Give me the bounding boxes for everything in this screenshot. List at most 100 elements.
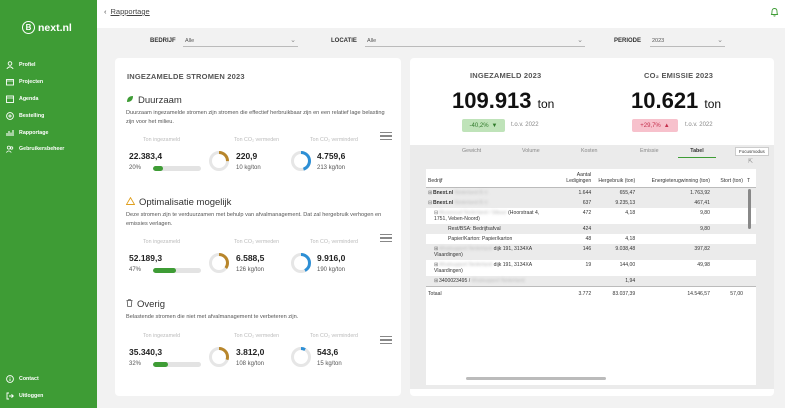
cell: 655,47 [593, 187, 638, 198]
expand-icon[interactable]: ⇱ [748, 158, 753, 165]
table-row[interactable]: ⊟Mussnoud Nederland / Stbuur (Hoorstraat… [426, 208, 756, 224]
section-title: Optimalisatie mogelijk [139, 197, 232, 208]
tab-gewicht[interactable]: Gewicht [462, 148, 481, 158]
nav-item-uitloggen[interactable]: Uitloggen [6, 388, 96, 405]
table-row[interactable]: ⊞3400023495 / Afvalsupport Nederland 1,9… [426, 276, 756, 287]
nav-item-projecten[interactable]: Projecten [6, 74, 96, 91]
stat-verminderd: 543,6 [317, 347, 339, 357]
section-title: Duurzaam [138, 95, 182, 106]
stat-header: Ton CO₂ vermeden [234, 239, 280, 245]
horizontal-scrollbar[interactable] [466, 377, 606, 380]
row-extra: Nederland B.V. [454, 200, 489, 206]
tab-volume[interactable]: Volume [522, 148, 540, 158]
menu-icon[interactable] [380, 336, 392, 346]
logo-mark: B [22, 21, 35, 34]
data-table: Bedrijf Aantal Ledigingen Hergebruik (to… [426, 169, 756, 299]
stat-header: Ton CO₂ verminderd [310, 137, 358, 143]
nav-item-rapportage[interactable]: Rapportage [6, 124, 96, 141]
kpi-number: 10.621 [631, 88, 699, 113]
filter-periode-label: PERIODE [614, 38, 642, 44]
logout-icon [6, 392, 14, 400]
nav-label: Projecten [19, 79, 44, 86]
filter-bedrijf-select[interactable]: Alle ⌄ [183, 34, 298, 47]
tov-label: t.o.v. 2022 [685, 122, 713, 128]
cell: 9,80 [700, 210, 710, 216]
table-row[interactable]: Rest/BSA: Bedrijfsafval 424 9,80 [426, 224, 756, 234]
stat-header: Ton ingezameld [143, 239, 181, 245]
cell: 9.235,13 [593, 198, 638, 208]
cell: 49,98 [697, 262, 710, 268]
tab-kosten[interactable]: Kosten [581, 148, 598, 158]
tab-tabel[interactable]: Tabel [678, 148, 716, 158]
table-row[interactable]: Papier/Karton: Papier/karton 48 4,18 [426, 234, 756, 244]
stat-header: Ton ingezameld [143, 137, 181, 143]
arrow-up-icon: ▲ [663, 122, 670, 129]
tab-emissie[interactable]: Emissie [640, 148, 659, 158]
filter-periode-select[interactable]: 2023 ⌄ [650, 34, 725, 47]
nav-item-contact[interactable]: Contact [6, 371, 96, 388]
cell: 1.763,92 [637, 187, 712, 198]
stat-vermeden-rate: 126 kg/ton [236, 267, 265, 273]
filter-locatie-select[interactable]: Alle ⌄ [365, 34, 585, 47]
brand-logo[interactable]: B next.nl [22, 21, 72, 34]
plus-circle-icon [6, 111, 14, 120]
stat-header: Ton CO₂ vermeden [234, 137, 280, 143]
cell [549, 276, 594, 287]
progress-bar [153, 166, 201, 171]
col-header-stort[interactable]: Stort (ton) [711, 169, 745, 188]
nav-bottom: Contact Uitloggen [6, 371, 96, 405]
ring-gauge [209, 347, 229, 367]
table-row[interactable]: ⊞Bnext.nl Nederland B.V. 1.644 655,47 1.… [426, 187, 756, 198]
row-name: Bnext.nl [433, 200, 454, 206]
nav-item-agenda[interactable]: Agenda [6, 91, 96, 108]
cell: 4,18 [625, 210, 636, 216]
table-row[interactable]: ⊟Bnext.nl Nederland B.V. 637 9.235,13 46… [426, 198, 756, 208]
stat-tons: 22.383,4 [129, 151, 163, 161]
stat-verminderd: 4.759,6 [317, 151, 346, 161]
col-header-ledigingen[interactable]: Aantal Ledigingen [549, 169, 594, 188]
table-row[interactable]: ⊞Afvalsupport Nederland dijk 191, 3134XA… [426, 244, 756, 260]
focus-mode-button[interactable]: Focusmodus [735, 147, 769, 156]
nav-item-bestelling[interactable]: Bestelling [6, 107, 96, 124]
stat-pct: 32% [129, 361, 142, 367]
streams-title: INGEZAMELDE STROMEN 2023 [127, 72, 245, 81]
kpi-number: 109.913 [452, 88, 532, 113]
menu-icon[interactable] [380, 132, 392, 142]
total-label: Totaal [426, 286, 550, 299]
nav-item-profiel[interactable]: Profiel [6, 57, 96, 74]
nav-label: Gebruikersbeheer [19, 146, 65, 153]
col-header-energie[interactable]: Energieterugwinning (ton) [637, 169, 712, 188]
data-table-panel: Bedrijf Aantal Ledigingen Hergebruik (to… [426, 169, 756, 385]
menu-icon[interactable] [380, 234, 392, 244]
nav-item-gebruikersbeheer[interactable]: Gebruikersbeheer [6, 141, 96, 158]
row-name: Rest/BSA: Bedrijfsafval [426, 224, 550, 234]
nav-label: Rapportage [19, 129, 49, 136]
stat-header: Ton CO₂ verminderd [310, 333, 358, 339]
progress-fill [153, 362, 169, 367]
nav-label: Profiel [19, 62, 36, 69]
back-link[interactable]: ‹ Rapportage [104, 7, 150, 16]
row-extra: Mussnoud Nederland / Stbuur [439, 210, 507, 216]
table-row[interactable]: ⊞Afvalsupport Nederland dijk 191, 3134XA… [426, 260, 756, 276]
cell: 9.038,48 [593, 244, 638, 260]
cell [637, 276, 712, 287]
section-title: Overig [137, 299, 165, 310]
bell-icon[interactable] [770, 7, 779, 19]
delta-value: -40,2% [469, 122, 489, 129]
kpi-card: INGEZAMELD 2023 109.913 ton -40,2% ▼ t.o… [410, 58, 774, 396]
arrow-down-icon: ▼ [491, 122, 498, 129]
cell [637, 234, 712, 244]
tabs-area: Gewicht Volume Kosten Emissie Tabel Focu… [410, 145, 774, 389]
filter-value: 2023 [652, 38, 665, 44]
leaf-icon [126, 95, 134, 106]
nav-label: Contact [19, 376, 39, 383]
vertical-scrollbar[interactable] [748, 189, 751, 229]
col-header-hergebruik[interactable]: Hergebruik (ton) [593, 169, 638, 188]
ring-gauge [291, 253, 311, 273]
cell: 4,18 [625, 236, 636, 242]
col-header-bedrijf[interactable]: Bedrijf [426, 169, 550, 188]
cell: 83.037,39 [593, 286, 638, 299]
calendar-icon [6, 95, 14, 103]
stat-header: Ton CO₂ verminderd [310, 239, 358, 245]
kpi-co2-value: 10.621 ton [631, 88, 721, 114]
